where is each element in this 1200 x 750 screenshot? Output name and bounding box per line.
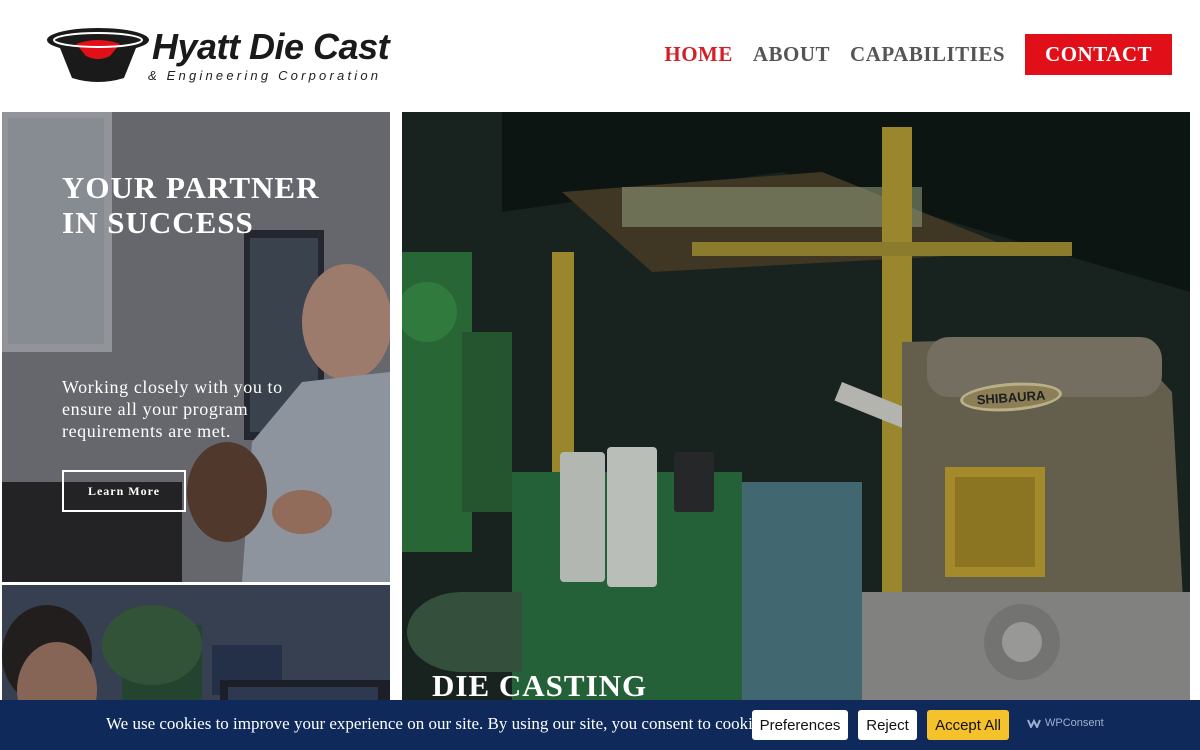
hero-panel: YOUR PARTNER IN SUCCESS Working closely … bbox=[2, 112, 390, 582]
nav-contact-button[interactable]: CONTACT bbox=[1025, 34, 1172, 75]
logo-subtitle: & Engineering Corporation bbox=[148, 68, 382, 83]
bucket-logo-icon bbox=[47, 28, 149, 82]
cookie-preferences-button[interactable]: Preferences bbox=[752, 710, 848, 740]
main-nav: HOME ABOUT CAPABILITIES CONTACT bbox=[644, 34, 1172, 75]
feature-overlay bbox=[402, 112, 1190, 750]
die-casting-title: DIE CASTING bbox=[432, 668, 648, 703]
hero-title: YOUR PARTNER IN SUCCESS bbox=[62, 170, 320, 240]
learn-more-button[interactable]: Learn More bbox=[62, 470, 186, 512]
die-casting-panel[interactable]: SHIBAURA DIE CASTING bbox=[402, 112, 1190, 750]
wpconsent-badge[interactable]: WPConsent bbox=[1027, 717, 1104, 729]
cookie-reject-button[interactable]: Reject bbox=[858, 710, 917, 740]
nav-home[interactable]: HOME bbox=[664, 42, 733, 67]
hero-description: Working closely with you to ensure all y… bbox=[62, 377, 283, 441]
wpconsent-logo-icon bbox=[1027, 718, 1041, 728]
cookie-message: We use cookies to improve your experienc… bbox=[106, 714, 772, 733]
cookie-accept-all-button[interactable]: Accept All bbox=[927, 710, 1009, 740]
cookie-consent-bar: We use cookies to improve your experienc… bbox=[0, 700, 1200, 750]
logo-title: Hyatt Die Cast bbox=[152, 26, 390, 67]
nav-about[interactable]: ABOUT bbox=[753, 42, 830, 67]
wpconsent-label: WPConsent bbox=[1045, 717, 1104, 729]
nav-capabilities[interactable]: CAPABILITIES bbox=[850, 42, 1005, 67]
site-logo[interactable]: Hyatt Die Cast & Engineering Corporation bbox=[46, 26, 406, 88]
site-header: Hyatt Die Cast & Engineering Corporation… bbox=[0, 0, 1200, 112]
